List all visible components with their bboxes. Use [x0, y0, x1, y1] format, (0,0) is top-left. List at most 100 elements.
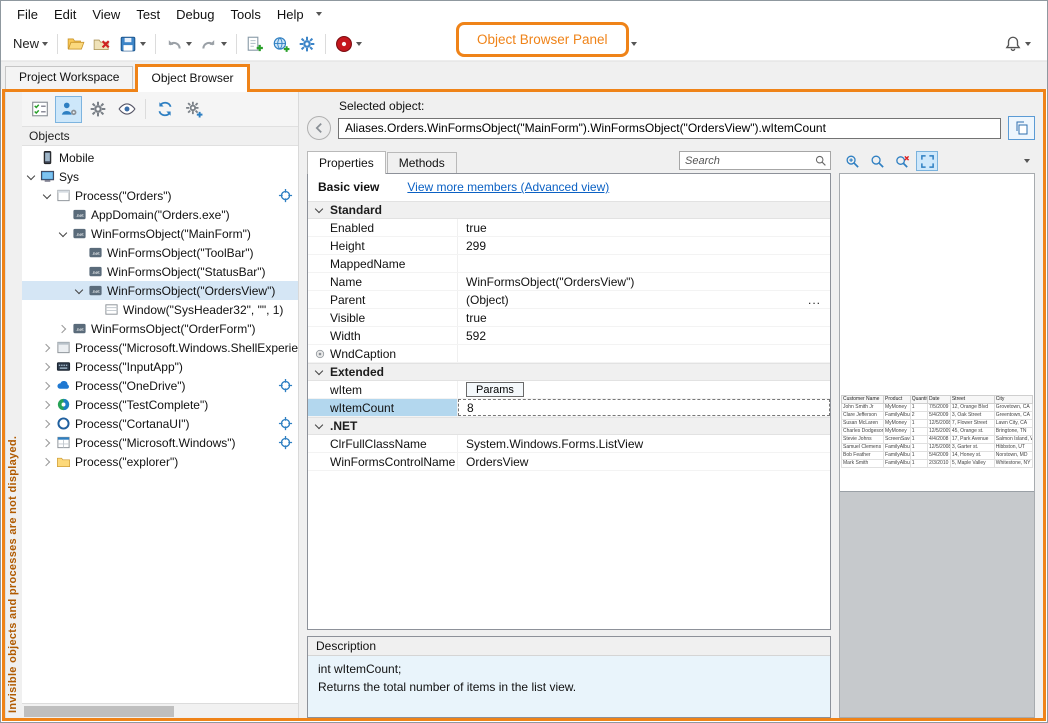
property-row-wndcaption[interactable]: WndCaption — [308, 345, 830, 363]
property-row-witemcount[interactable]: wItemCount8 — [308, 399, 830, 417]
object-settings-button[interactable] — [84, 96, 111, 123]
menu-help[interactable]: Help — [269, 4, 312, 25]
tree-item[interactable]: Process("InputApp") — [22, 357, 298, 376]
property-row-mappedname[interactable]: MappedName — [308, 255, 830, 273]
tree-item[interactable]: .netWinFormsObject("StatusBar") — [22, 262, 298, 281]
property-row-enabled[interactable]: Enabledtrue — [308, 219, 830, 237]
scrollbar-thumb[interactable] — [24, 706, 174, 717]
tree-item[interactable]: Window("SysHeader32", "", 1) — [22, 300, 298, 319]
tree-expander-icon[interactable] — [58, 324, 68, 334]
menu-view[interactable]: View — [84, 4, 128, 25]
tree-item[interactable]: .netAppDomain("Orders.exe") — [22, 205, 298, 224]
property-row-clrfullclassname[interactable]: ClrFullClassNameSystem.Windows.Forms.Lis… — [308, 435, 830, 453]
description-panel: Description int wItemCount; Returns the … — [307, 636, 831, 718]
tree-item[interactable]: .netWinFormsObject("ToolBar") — [22, 243, 298, 262]
undo-button[interactable] — [161, 32, 196, 56]
fit-to-window-button[interactable] — [916, 151, 938, 171]
add-web-testing-button[interactable] — [268, 32, 294, 56]
back-button[interactable] — [307, 116, 331, 140]
tree-item[interactable]: Process("OneDrive") — [22, 376, 298, 395]
notifications-button[interactable] — [1000, 32, 1035, 56]
menu-debug[interactable]: Debug — [168, 4, 222, 25]
tree-expander-icon[interactable] — [42, 381, 52, 391]
refresh-tree-button[interactable] — [151, 96, 178, 123]
category-standard[interactable]: Standard — [308, 201, 830, 219]
zoom-off-button[interactable] — [891, 151, 913, 171]
category-extended[interactable]: Extended — [308, 363, 830, 381]
tree-item[interactable]: Process("Microsoft.Windows") — [22, 433, 298, 452]
tab-properties[interactable]: Properties — [307, 151, 386, 174]
run-options-button[interactable] — [294, 32, 320, 56]
tree-item[interactable]: .netWinFormsObject("MainForm") — [22, 224, 298, 243]
selected-object-field[interactable] — [338, 118, 1001, 139]
tree-expander-icon[interactable] — [58, 229, 68, 239]
menu-file[interactable]: File — [9, 4, 46, 25]
net-icon: .net — [88, 283, 103, 298]
tree-expander-icon[interactable] — [42, 400, 52, 410]
menu-overflow-chevron-icon[interactable] — [316, 12, 322, 16]
objects-toolbar — [22, 92, 298, 126]
tree-expander-icon[interactable] — [42, 419, 52, 429]
property-row-winformscontrolname[interactable]: WinFormsControlNameOrdersView — [308, 453, 830, 471]
tree-item[interactable]: Process("Microsoft.Windows.ShellExperien… — [22, 338, 298, 357]
record-button[interactable] — [331, 32, 366, 56]
menu-tools[interactable]: Tools — [222, 4, 268, 25]
property-value: (Object) — [466, 293, 509, 307]
tree-horizontal-scrollbar[interactable] — [22, 703, 298, 718]
tree-item[interactable]: Sys — [22, 167, 298, 186]
highlight-on-screen-icon[interactable] — [278, 378, 293, 393]
category-expander-icon[interactable] — [314, 421, 324, 431]
menu-edit[interactable]: Edit — [46, 4, 84, 25]
tab-object-browser[interactable]: Object Browser — [135, 64, 249, 92]
category-expander-icon[interactable] — [314, 367, 324, 377]
show-hidden-objects-button[interactable] — [113, 96, 140, 123]
params-button[interactable]: Params — [466, 382, 524, 397]
property-row-visible[interactable]: Visibletrue — [308, 309, 830, 327]
zoom-in-button[interactable] — [841, 151, 863, 171]
tree-item[interactable]: Mobile — [22, 148, 298, 167]
property-row-witem[interactable]: wItemParams — [308, 381, 830, 399]
close-project-button[interactable] — [89, 32, 115, 56]
expand-object-ellipsis[interactable]: ... — [808, 293, 830, 307]
toolbar-separator — [145, 99, 146, 119]
save-button[interactable] — [115, 32, 150, 56]
object-checklist-button[interactable] — [26, 96, 53, 123]
object-filter-button[interactable] — [55, 96, 82, 123]
redo-button[interactable] — [196, 32, 231, 56]
open-project-button[interactable] — [63, 32, 89, 56]
search-input[interactable] — [685, 155, 814, 167]
tree-item[interactable]: Process("explorer") — [22, 452, 298, 471]
zoom-actual-button[interactable] — [866, 151, 888, 171]
category-net[interactable]: .NET — [308, 417, 830, 435]
property-row-name[interactable]: NameWinFormsObject("OrdersView") — [308, 273, 830, 291]
property-name: Parent — [330, 293, 365, 307]
highlight-on-screen-icon[interactable] — [278, 188, 293, 203]
new-button[interactable]: New — [9, 33, 52, 54]
tree-item[interactable]: .netWinFormsObject("OrderForm") — [22, 319, 298, 338]
preview-options-chevron-icon[interactable] — [1024, 159, 1030, 163]
tab-methods[interactable]: Methods — [387, 152, 457, 173]
property-row-parent[interactable]: Parent (Object)... — [308, 291, 830, 309]
property-row-height[interactable]: Height299 — [308, 237, 830, 255]
menu-test[interactable]: Test — [128, 4, 168, 25]
tree-expander-icon[interactable] — [42, 191, 52, 201]
tree-expander-icon[interactable] — [74, 286, 84, 296]
tree-item[interactable]: Process("Orders") — [22, 186, 298, 205]
tree-expander-icon[interactable] — [42, 457, 52, 467]
tab-project-workspace[interactable]: Project Workspace — [5, 66, 133, 89]
tree-item[interactable]: .netWinFormsObject("OrdersView") — [22, 281, 298, 300]
add-item-button[interactable] — [242, 32, 268, 56]
tree-expander-icon[interactable] — [42, 438, 52, 448]
tree-item[interactable]: Process("CortanaUI") — [22, 414, 298, 433]
extended-find-button[interactable] — [180, 96, 207, 123]
highlight-on-screen-icon[interactable] — [278, 435, 293, 450]
tree-expander-icon[interactable] — [26, 172, 36, 182]
copy-button[interactable] — [1008, 116, 1035, 140]
highlight-on-screen-icon[interactable] — [278, 416, 293, 431]
category-expander-icon[interactable] — [314, 205, 324, 215]
tree-expander-icon[interactable] — [42, 343, 52, 353]
tree-item[interactable]: Process("TestComplete") — [22, 395, 298, 414]
tree-expander-icon[interactable] — [42, 362, 52, 372]
property-row-width[interactable]: Width592 — [308, 327, 830, 345]
advanced-view-link[interactable]: View more members (Advanced view) — [407, 180, 609, 194]
